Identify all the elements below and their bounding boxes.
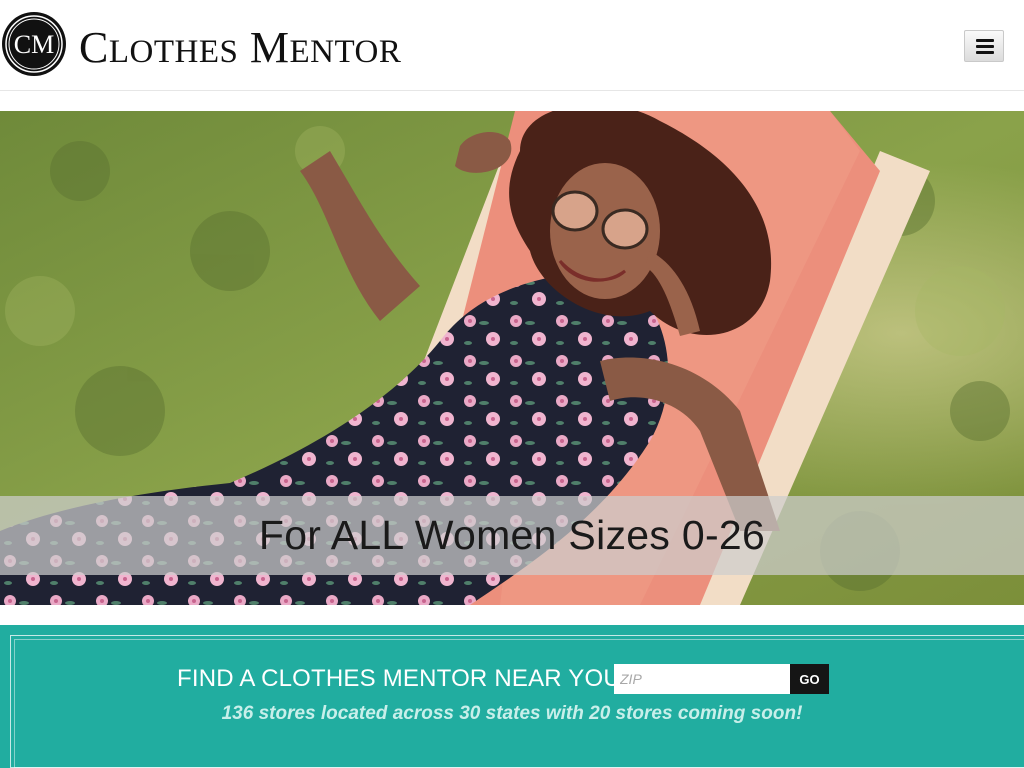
hero-caption: For ALL Women Sizes 0-26: [258, 512, 766, 558]
zip-input[interactable]: [614, 664, 790, 694]
site-header: CM CLOTHES MENTOR: [0, 0, 1024, 91]
go-button[interactable]: GO: [790, 664, 829, 694]
store-finder: FIND A CLOTHES MENTOR NEAR YOU GO 136 st…: [0, 625, 1024, 768]
brand-second-cap: M: [249, 23, 290, 72]
brand-first-cap: C: [79, 23, 109, 72]
logo-icon[interactable]: CM: [1, 11, 67, 77]
logo-monogram: CM: [14, 30, 54, 59]
menu-button[interactable]: [964, 30, 1004, 62]
finder-title: FIND A CLOTHES MENTOR NEAR YOU: [177, 665, 621, 692]
brand-first-rest: LOTHES: [108, 34, 239, 70]
hero-banner[interactable]: For ALL Women Sizes 0-26: [0, 111, 1024, 605]
brand-second-rest: ENTOR: [289, 34, 402, 70]
finder-subtitle: 136 stores located across 30 states with…: [221, 703, 803, 724]
brand-name[interactable]: CLOTHES MENTOR: [79, 24, 401, 76]
hero-caption-band: For ALL Women Sizes 0-26: [0, 496, 1024, 575]
